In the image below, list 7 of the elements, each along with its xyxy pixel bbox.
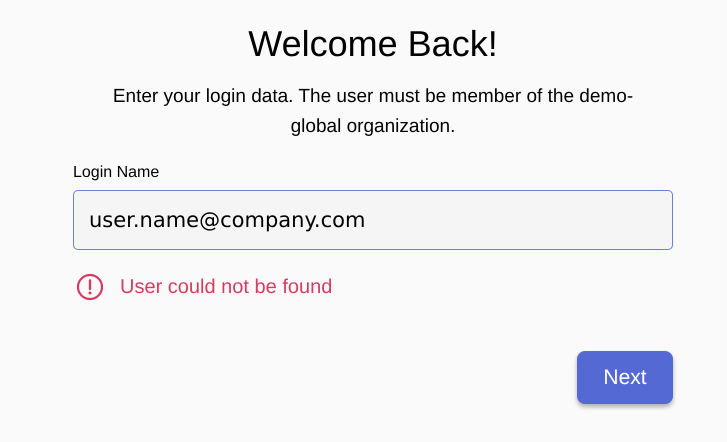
next-button[interactable]: Next (577, 351, 673, 404)
login-name-field[interactable]: user.name@company.com (73, 190, 673, 250)
error-message: User could not be found (120, 276, 332, 298)
field-label: Login Name (73, 164, 160, 182)
error-icon (76, 273, 104, 301)
description-text: Enter your login data. The user must be member of the demo-global organization. (112, 85, 634, 139)
welcome-title: Welcome Back! (248, 22, 498, 66)
